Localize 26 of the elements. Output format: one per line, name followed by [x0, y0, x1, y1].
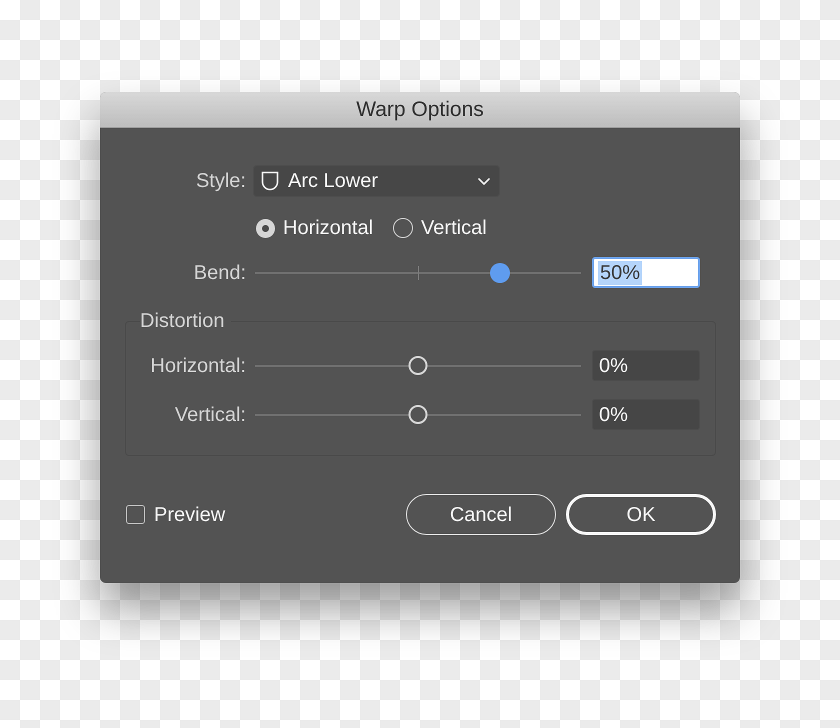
- distortion-slider[interactable]: [255, 356, 581, 376]
- slider-thumb[interactable]: [408, 356, 428, 375]
- slider-thumb[interactable]: [490, 262, 510, 282]
- distortion-label: Horizontal:: [149, 356, 246, 376]
- chevron-down-icon: [478, 178, 490, 184]
- radio-button[interactable]: [256, 218, 275, 238]
- style-dropdown[interactable]: Arc Lower: [253, 165, 500, 197]
- bend-label: Bend:: [192, 262, 246, 282]
- distortion-slider[interactable]: [255, 404, 581, 424]
- distortion-label: Vertical:: [174, 404, 246, 424]
- dialog-button[interactable]: OK: [566, 494, 716, 535]
- bend-slider[interactable]: [255, 262, 581, 282]
- window-title: Warp Options: [356, 99, 484, 120]
- preview-checkbox[interactable]: [126, 505, 145, 524]
- bend-field[interactable]: 50%: [592, 257, 700, 288]
- dialog-button[interactable]: Cancel: [406, 494, 556, 535]
- radio-label: Horizontal: [283, 218, 374, 238]
- preview-label: Preview: [154, 504, 226, 524]
- group-title: Distortion: [140, 311, 226, 331]
- arc-shape-icon: [261, 171, 279, 191]
- radio-label: Vertical: [421, 218, 487, 238]
- slider-thumb[interactable]: [408, 405, 428, 424]
- style-label: Style:: [194, 171, 246, 191]
- distortion-field[interactable]: 0%: [592, 399, 700, 430]
- distortion-field[interactable]: 0%: [592, 350, 700, 381]
- radio-button[interactable]: [393, 218, 414, 238]
